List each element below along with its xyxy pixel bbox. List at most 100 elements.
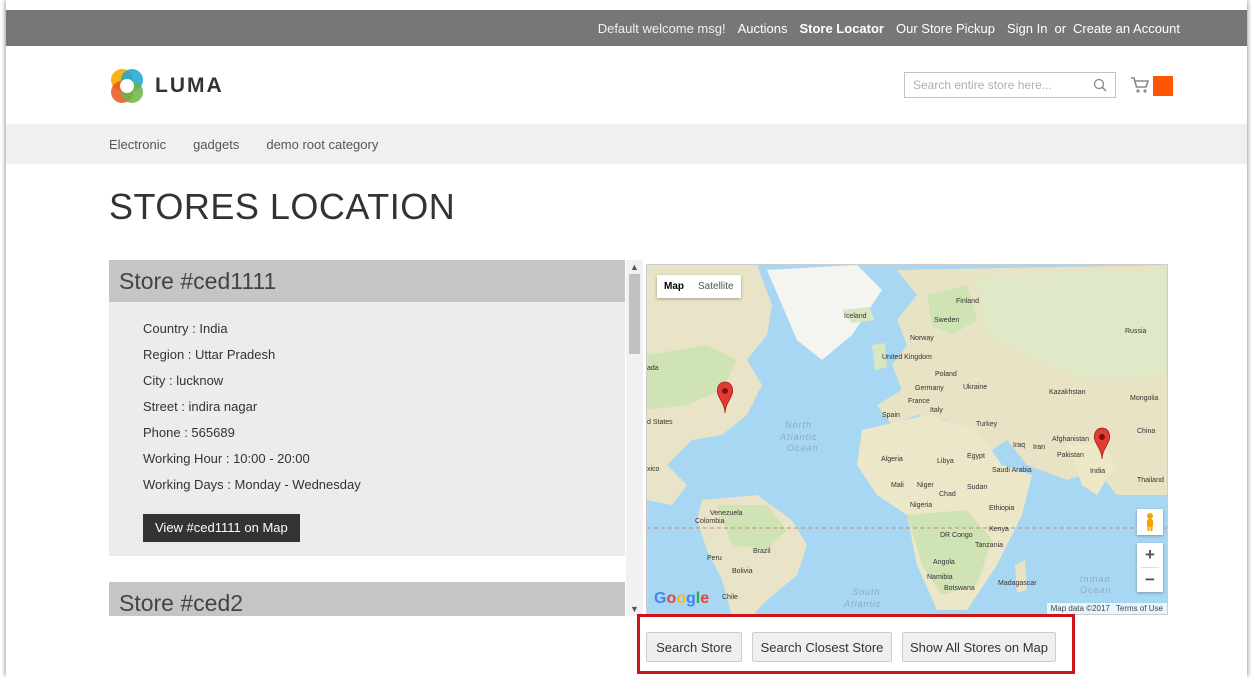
map-label: Niger [917,482,934,489]
map-label: Spain [882,412,900,419]
pegman-street-view-icon[interactable] [1137,509,1163,535]
zoom-in-button[interactable]: + [1137,543,1163,567]
map-label: Sweden [934,317,959,324]
terms-of-use-link[interactable]: Terms of Use [1116,604,1163,613]
map-label: Iceland [844,313,867,320]
ocean-label: Ocean [1080,585,1112,595]
map-actions-highlight: Search Store Search Closest Store Show A… [637,614,1075,674]
sign-in-link[interactable]: Sign In [1007,21,1047,36]
map-label: Italy [930,407,943,414]
category-nav: Electronic gadgets demo root category [6,124,1247,164]
store-street: Street : indira nagar [143,399,258,414]
map-label: Kazakhstan [1049,389,1086,396]
view-on-map-button[interactable]: View #ced1111 on Map [143,514,300,542]
ocean-label: Atlantic [843,599,882,609]
scroll-up-arrow-icon[interactable]: ▲ [630,262,639,272]
top-links: Default welcome msg! Auctions Store Loca… [598,10,1180,46]
map-label: Ukraine [963,384,987,391]
cart-icon[interactable] [1130,76,1150,94]
map-label: Turkey [976,421,998,428]
site-header: LUMA Search entire store here... [6,46,1247,124]
map-label: Ethiopia [989,505,1014,512]
store-working-days: Working Days : Monday - Wednesday [143,477,361,492]
map-label: d States [647,419,673,426]
map-label: Poland [935,371,957,378]
store-working-hour: Working Hour : 10:00 - 20:00 [143,451,310,466]
map-label: Afghanistan [1052,436,1089,443]
map-label: Botswana [944,585,975,592]
store-country: Country : India [143,321,228,336]
map-label: France [908,398,930,405]
search-placeholder: Search entire store here... [913,78,1052,92]
map-label: Peru [707,555,722,562]
map-label: Mali [891,482,904,489]
cart-badge[interactable] [1153,76,1173,96]
scroll-thumb[interactable] [629,274,640,354]
logo[interactable]: LUMA [107,66,224,106]
store-header[interactable]: Store #ced2 [109,582,625,616]
search-input[interactable]: Search entire store here... [904,72,1116,98]
store-header[interactable]: Store #ced1111 [109,260,625,302]
map-label: Russia [1125,328,1147,335]
logo-text: LUMA [155,74,224,97]
store-list[interactable]: Store #ced1111 Country : India Region : … [109,260,643,616]
create-account-link[interactable]: Create an Account [1073,21,1180,36]
map-label: Algeria [881,456,903,463]
ocean-label: Indian [1080,574,1111,584]
google-logo: Google [654,590,710,607]
scroll-down-arrow-icon[interactable]: ▼ [630,604,639,614]
store-phone: Phone : 565689 [143,425,235,440]
map-label: Venezuela [710,510,743,517]
search-icon[interactable] [1093,78,1107,92]
search-store-button[interactable]: Search Store [646,632,742,662]
ocean-label: Atlantic [779,432,818,442]
store-pickup-link[interactable]: Our Store Pickup [896,21,995,36]
map-label: Sudan [967,484,987,491]
search-closest-store-button[interactable]: Search Closest Store [752,632,892,662]
nav-item-gadgets[interactable]: gadgets [193,137,239,152]
map-label: Angola [933,559,955,566]
zoom-out-button[interactable]: − [1137,568,1163,592]
store-name: Store #ced2 [119,589,244,616]
map-label: Thailand [1137,477,1164,484]
map-label: Namibia [927,574,953,581]
map-label: Mongolia [1130,395,1159,402]
top-bar: Default welcome msg! Auctions Store Loca… [6,10,1247,46]
store-city: City : lucknow [143,373,224,388]
map-label: Germany [915,385,944,392]
map-label: Egypt [967,453,985,460]
nav-item-electronic[interactable]: Electronic [109,137,166,152]
store-locator-link[interactable]: Store Locator [799,21,884,36]
zoom-control: + − [1137,543,1163,592]
store-region: Region : Uttar Pradesh [143,347,276,362]
show-all-stores-button[interactable]: Show All Stores on Map [902,632,1056,662]
map-label: Brazil [753,548,771,555]
store-name: Store #ced1111 [119,267,277,294]
map-label: India [1090,468,1105,475]
ocean-label: North [785,420,812,430]
page-title: STORES LOCATION [109,186,456,227]
map-label: Tanzania [975,542,1003,549]
store-gap [109,556,643,582]
map-label: Libya [937,458,954,465]
store-map[interactable]: Finland Sweden Iceland Norway Russia Uni… [646,264,1168,615]
nav-item-demo-root[interactable]: demo root category [266,137,378,152]
map-label: Madagascar [998,580,1037,587]
store-list-scrollbar[interactable]: ▲ ▼ [626,260,643,616]
map-label: United Kingdom [882,354,932,361]
map-label: Chile [722,594,738,601]
map-label: xico [647,466,660,473]
map-label: Saudi Arabia [992,467,1032,474]
welcome-message: Default welcome msg! [597,20,726,36]
map-type-map-button[interactable]: Map [657,275,691,298]
ocean-label: Ocean [787,443,819,453]
map-label: Iraq [1013,442,1025,449]
map-label: Nigeria [910,502,932,509]
map-data-text: Map data ©2017 [1050,604,1110,613]
map-label: Norway [910,335,934,342]
luma-logo-icon [111,69,143,103]
map-type-satellite-button[interactable]: Satellite [691,275,741,298]
auctions-link[interactable]: Auctions [738,21,788,36]
world-map-graphic: Finland Sweden Iceland Norway Russia Uni… [647,265,1167,614]
page-frame: Default welcome msg! Auctions Store Loca… [6,0,1247,677]
